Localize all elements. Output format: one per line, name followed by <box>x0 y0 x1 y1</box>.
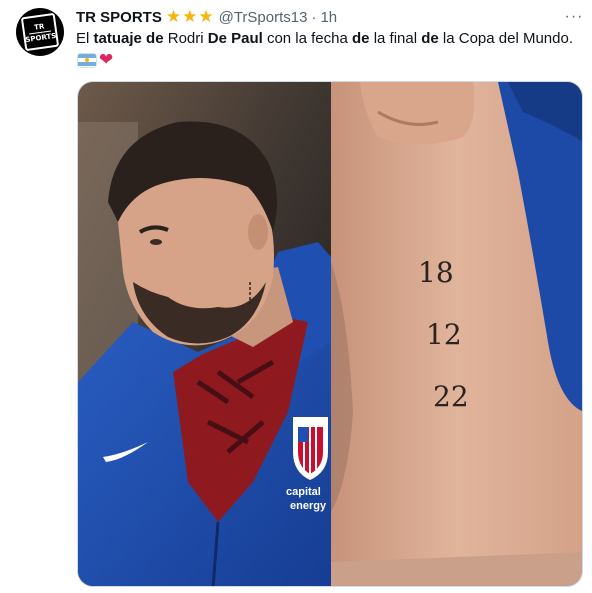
tweet-text-segment: El <box>76 30 94 47</box>
emoji-row: ❤ <box>78 50 114 69</box>
player-photo: capital energy <box>78 82 331 586</box>
author-name[interactable]: TR SPORTS <box>76 9 162 26</box>
avatar[interactable]: TR SPORTS <box>16 8 64 56</box>
tweet-text: El tatuaje de Rodri De Paul con la fecha… <box>76 29 576 49</box>
tattoo-digit-2: 12 <box>426 318 462 351</box>
tattoo-closeup-photo: 18 12 22 <box>331 82 582 586</box>
tattoo-digit-3: 22 <box>433 380 469 413</box>
tweet-header: TR SPORTS ★ ★ ★ @TrSports13 · 1h <box>76 7 337 27</box>
tweet-text-segment: de <box>421 30 439 47</box>
tweet-text-segment: Rodri <box>163 30 208 47</box>
tweet-text-segment: de <box>146 30 164 47</box>
separator: · <box>311 8 317 26</box>
tweet-text-segment: de <box>352 30 370 47</box>
red-heart-icon: ❤ <box>99 50 114 69</box>
composite-photo: capital energy 18 12 22 <box>78 82 582 586</box>
star-badge-icon: ★ <box>198 7 214 26</box>
badge-stars: ★ ★ ★ <box>166 8 215 26</box>
sponsor-line-2: energy <box>290 500 327 512</box>
timestamp[interactable]: 1h <box>320 9 337 26</box>
more-options-icon[interactable]: ··· <box>562 6 586 28</box>
star-badge-icon: ★ <box>182 7 198 26</box>
tweet-text-segment: tatuaje <box>93 30 142 47</box>
tweet-media-image[interactable]: capital energy 18 12 22 <box>77 81 583 587</box>
argentina-flag-icon <box>78 53 96 67</box>
tweet-text-segment: la Copa del Mundo. <box>438 30 574 47</box>
star-badge-icon: ★ <box>165 7 182 26</box>
logo-line-1: TR <box>33 21 45 32</box>
sponsor-line-1: capital <box>286 486 321 498</box>
author-handle[interactable]: @TrSports13 <box>219 9 308 26</box>
tweet-text-segment: con la fecha <box>262 30 353 47</box>
tweet-text-segment: la final <box>369 30 422 47</box>
tr-sports-logo: TR SPORTS <box>20 12 60 52</box>
tweet-text-segment: De Paul <box>207 30 263 47</box>
tattoo-digit-1: 18 <box>418 256 454 289</box>
tweet-card[interactable]: TR SPORTS TR SPORTS ★ ★ ★ @TrSports13 · 1h… <box>0 0 592 593</box>
